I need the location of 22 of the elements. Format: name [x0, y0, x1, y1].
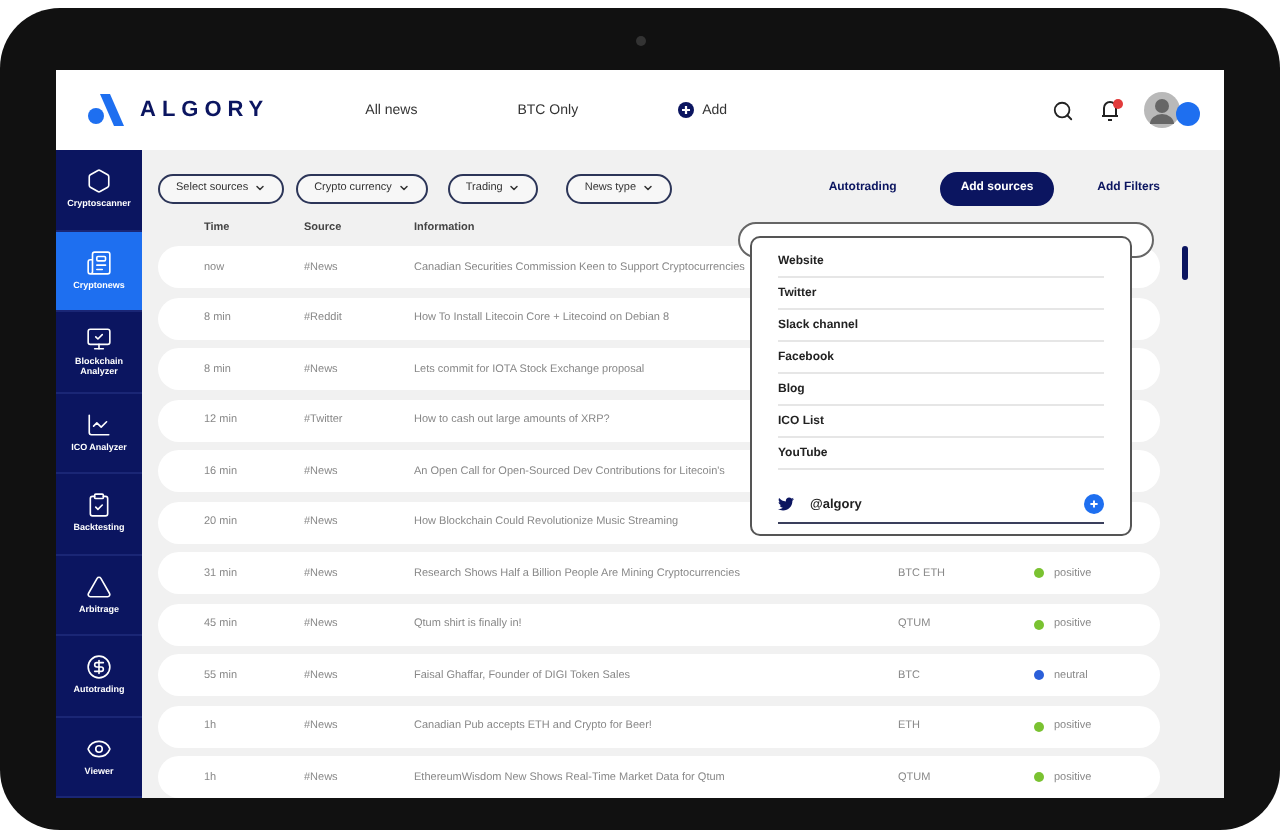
clipboard-icon	[86, 492, 112, 519]
bell-icon[interactable]	[1098, 98, 1124, 122]
add-handle-button[interactable]	[1084, 494, 1104, 514]
logo-icon	[88, 94, 124, 126]
monitor-icon	[86, 325, 112, 352]
camera-icon	[636, 36, 646, 46]
avatar[interactable]	[1144, 92, 1200, 128]
scrollbar-thumb[interactable]	[1182, 246, 1188, 280]
caret-icon	[642, 182, 655, 194]
plus-icon	[1088, 498, 1100, 510]
line-chart-icon	[86, 411, 112, 438]
caret-icon	[397, 182, 410, 194]
bird-icon	[778, 496, 794, 512]
logo-text: ALGORY	[140, 98, 270, 122]
newspaper-icon	[86, 249, 112, 276]
triangle-icon	[86, 573, 112, 600]
eye-icon	[86, 735, 112, 762]
caret-icon	[254, 182, 267, 194]
search-icon[interactable]	[1052, 99, 1074, 121]
hexagon-icon	[86, 168, 112, 195]
caret-icon	[508, 182, 521, 194]
dollar-icon	[86, 654, 112, 681]
